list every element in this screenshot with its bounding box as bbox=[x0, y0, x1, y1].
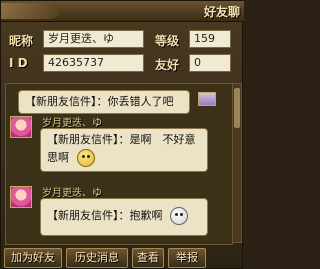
title-decoration bbox=[1, 3, 59, 19]
message-text: 【新朋友信件】：抱歉啊 bbox=[47, 209, 163, 222]
ghost-face-emoji-icon bbox=[170, 207, 188, 225]
message-bubble: 【新朋友信件】：你丢错人了吧 bbox=[18, 90, 190, 114]
id-field: 42635737 bbox=[43, 54, 144, 72]
id-label: I D bbox=[9, 56, 28, 70]
self-avatar bbox=[198, 92, 216, 106]
nickname-field: 岁月更迭、ゆ bbox=[43, 30, 144, 48]
sender-name: 岁月更迭、ゆ bbox=[42, 118, 102, 129]
chat-scrollbar[interactable] bbox=[232, 83, 242, 243]
message-text: 【新朋友信件】：你丢错人了吧 bbox=[25, 95, 174, 108]
friendship-label: 友好 bbox=[155, 58, 180, 72]
friend-avatar bbox=[10, 116, 32, 138]
chat-log[interactable]: 【新朋友信件】：你丢错人了吧 岁月更迭、ゆ 【新朋友信件】：是啊 不好意 思啊 … bbox=[5, 83, 233, 245]
message-text-line2: 思啊 bbox=[47, 151, 69, 164]
friend-avatar bbox=[10, 186, 32, 208]
message-text-line2-row: 思啊 bbox=[47, 149, 201, 167]
nickname-label: 昵称 bbox=[9, 34, 34, 48]
window-title: 好友聊 bbox=[203, 5, 240, 19]
shy-face-emoji-icon bbox=[76, 149, 95, 167]
scroll-thumb[interactable] bbox=[234, 88, 240, 128]
friendship-field: 0 bbox=[189, 54, 231, 72]
history-button[interactable]: 历史消息 bbox=[66, 248, 128, 268]
message-bubble: 【新朋友信件】：抱歉啊 bbox=[40, 198, 208, 236]
message-bubble: 【新朋友信件】：是啊 不好意 思啊 bbox=[40, 128, 208, 172]
friend-chat-window: 好友聊 昵称 岁月更迭、ゆ 等级 159 I D 42635737 友好 0 【… bbox=[0, 0, 244, 269]
level-label: 等级 bbox=[155, 34, 180, 48]
report-button[interactable]: 举报 bbox=[168, 248, 206, 268]
add-friend-button[interactable]: 加为好友 bbox=[4, 248, 62, 268]
sender-name: 岁月更迭、ゆ bbox=[42, 188, 102, 199]
view-button[interactable]: 查看 bbox=[132, 248, 164, 268]
message-text: 【新朋友信件】：是啊 不好意 bbox=[47, 133, 196, 146]
level-field: 159 bbox=[189, 30, 231, 48]
title-bar[interactable]: 好友聊 bbox=[1, 1, 244, 22]
